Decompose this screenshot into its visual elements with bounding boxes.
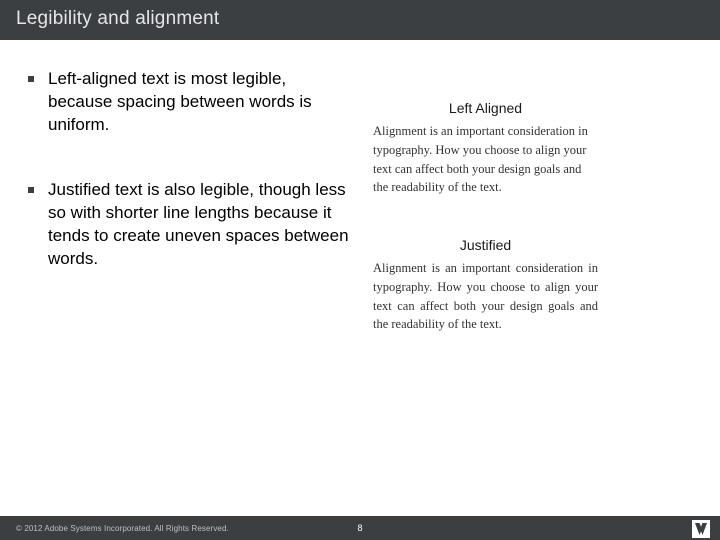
example-heading: Justified [373, 237, 598, 253]
bullet-list: Left-aligned text is most legible, becau… [28, 68, 365, 516]
bullet-marker-icon [28, 187, 34, 193]
slide-body: Left-aligned text is most legible, becau… [0, 40, 720, 516]
example-heading: Left Aligned [373, 100, 598, 116]
examples-column: Left Aligned Alignment is an important c… [365, 68, 702, 516]
slide-title: Legibility and alignment [0, 0, 720, 40]
bullet-text: Left-aligned text is most legible, becau… [48, 68, 353, 137]
example-body-text: Alignment is an important consideration … [373, 259, 598, 334]
slide: Legibility and alignment Left-aligned te… [0, 0, 720, 540]
example-left-aligned: Left Aligned Alignment is an important c… [373, 100, 598, 197]
adobe-logo-icon [692, 520, 710, 538]
bullet-item: Justified text is also legible, though l… [28, 179, 353, 271]
bullet-text: Justified text is also legible, though l… [48, 179, 353, 271]
page-number: 8 [357, 523, 362, 533]
footer-bar: © 2012 Adobe Systems Incorporated. All R… [0, 516, 720, 540]
copyright-text: © 2012 Adobe Systems Incorporated. All R… [16, 524, 229, 533]
example-body-text: Alignment is an important consideration … [373, 122, 598, 197]
example-justified: Justified Alignment is an important cons… [373, 237, 598, 334]
bullet-marker-icon [28, 76, 34, 82]
bullet-item: Left-aligned text is most legible, becau… [28, 68, 353, 137]
